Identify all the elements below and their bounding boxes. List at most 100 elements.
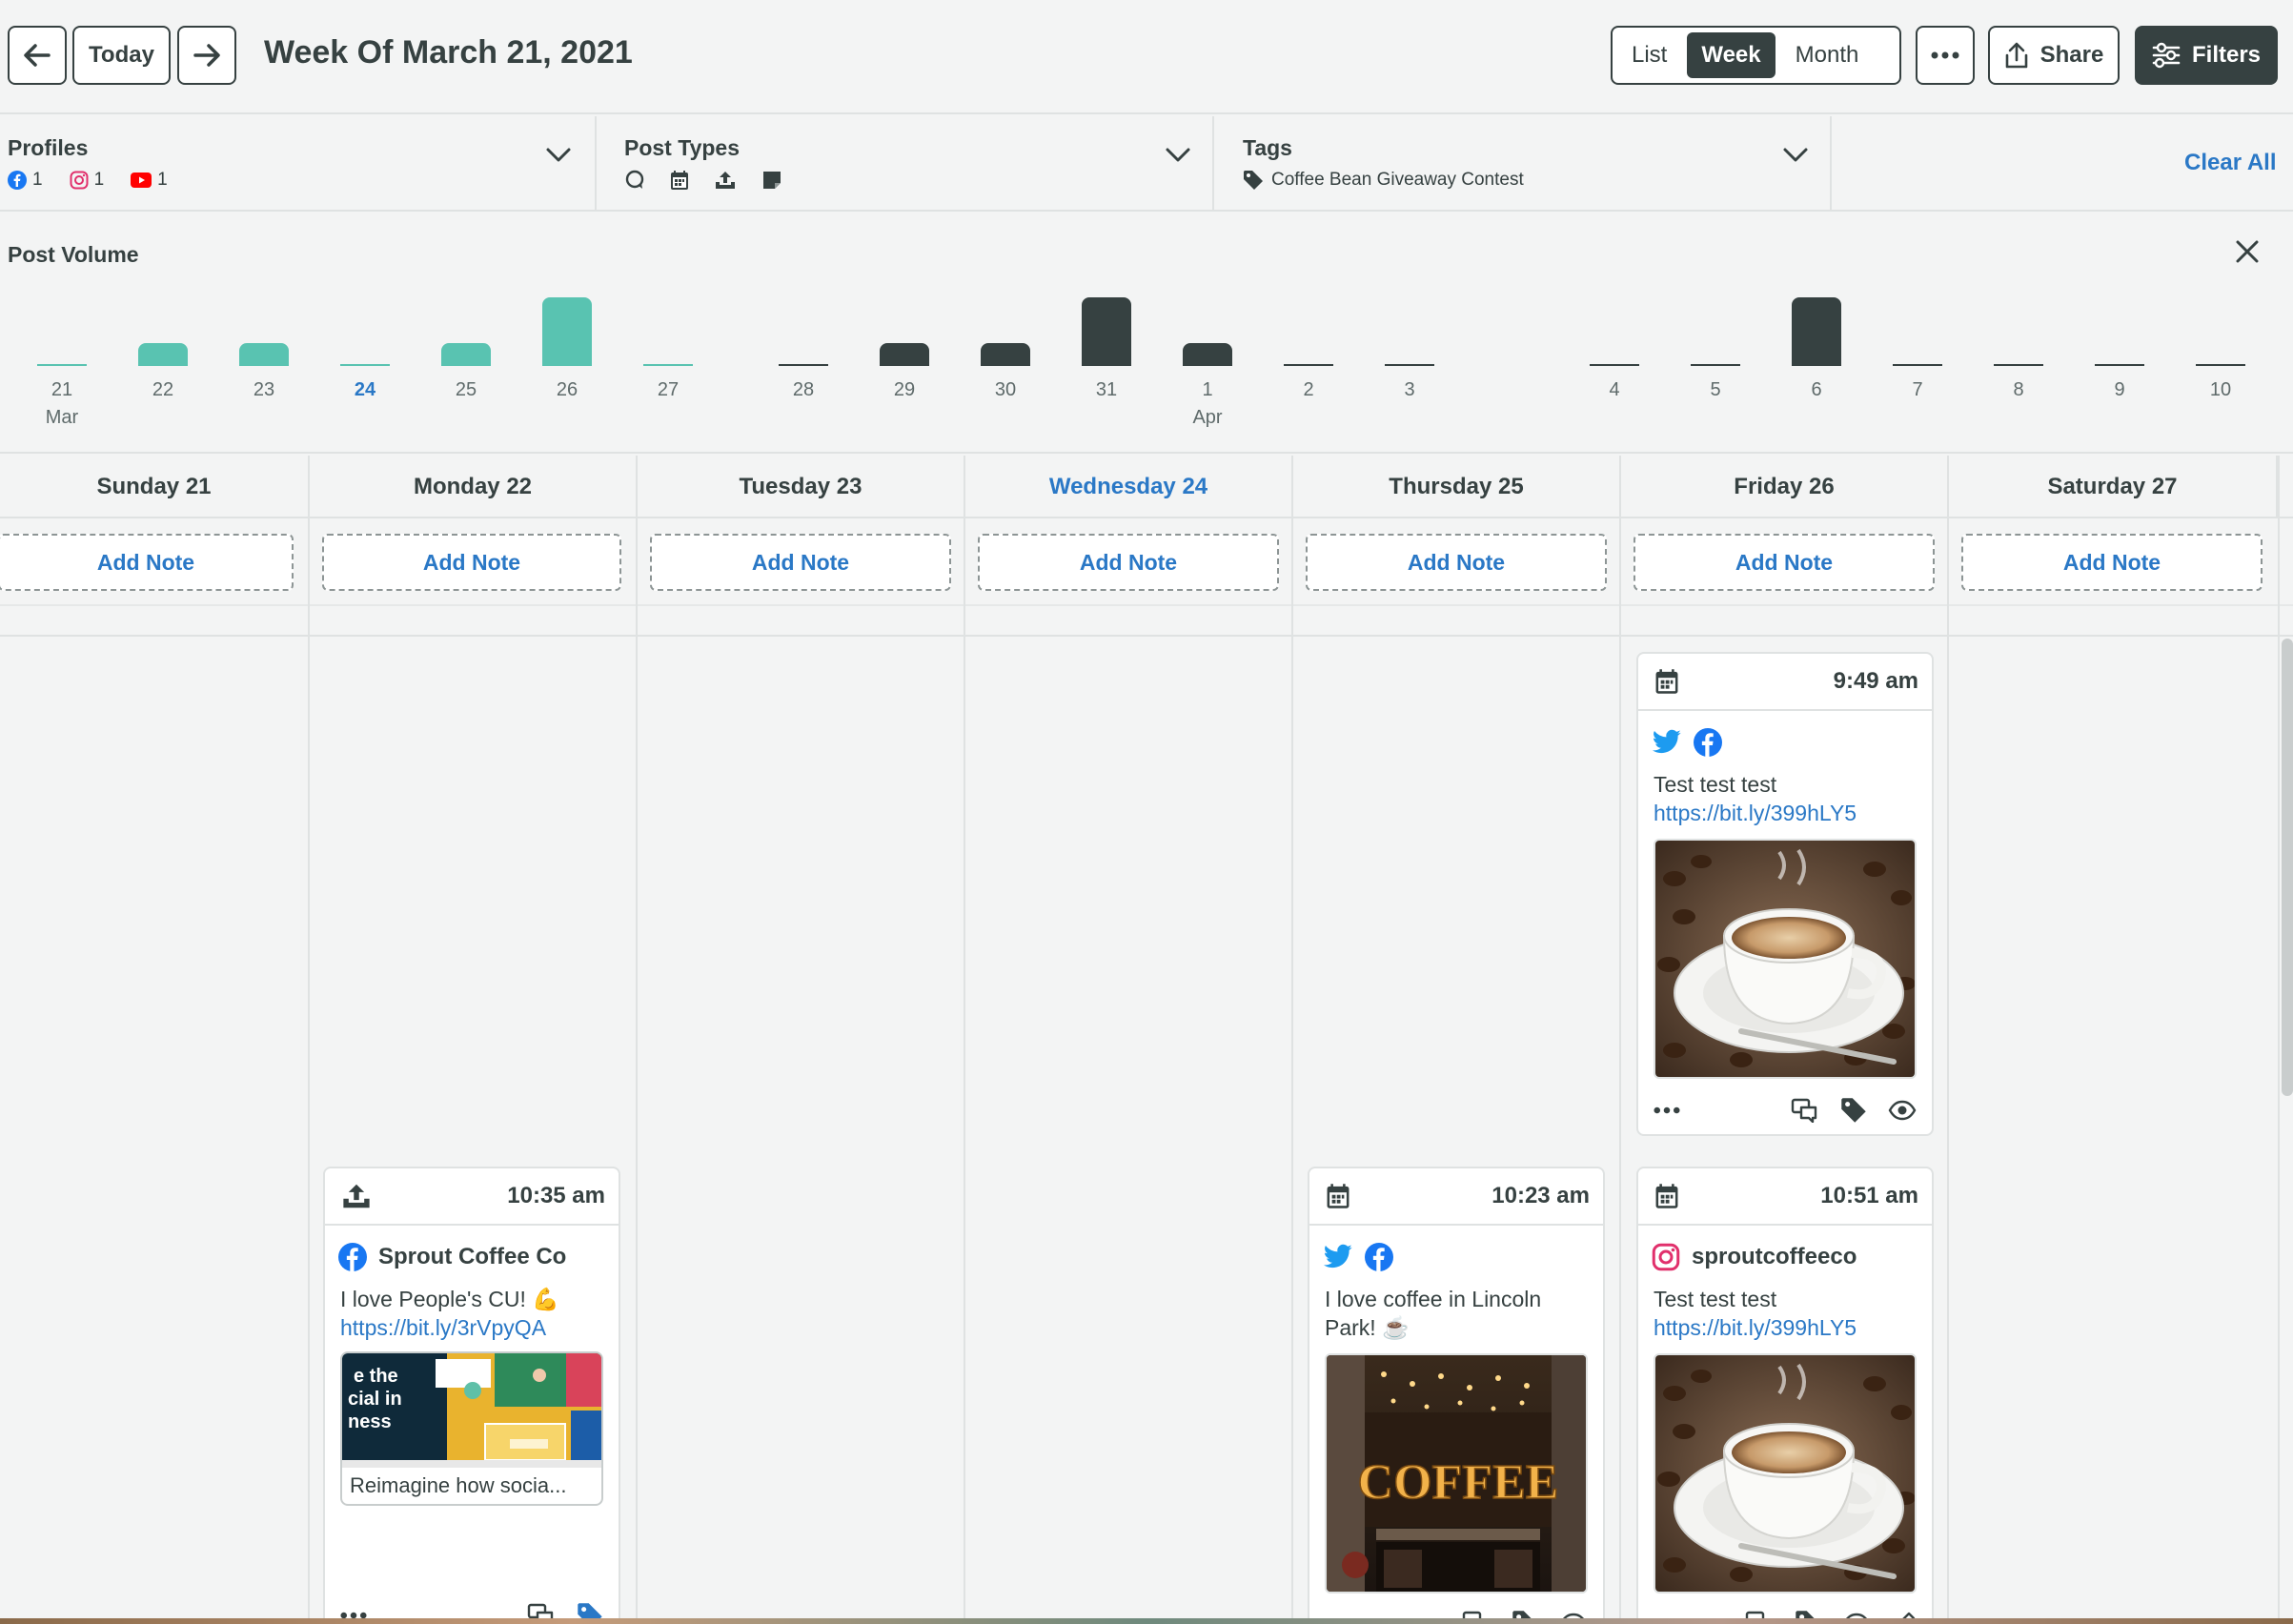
- volume-bar[interactable]: [1183, 343, 1232, 366]
- add-note-button[interactable]: Add Note: [978, 534, 1279, 591]
- volume-bar[interactable]: [2196, 364, 2245, 366]
- post-link[interactable]: https://bit.ly/399hLY5: [1654, 1313, 1917, 1342]
- column-divider: [2278, 456, 2280, 1624]
- add-note-button[interactable]: Add Note: [1961, 534, 2263, 591]
- volume-tick-label: 6: [1811, 379, 1822, 400]
- volume-bar[interactable]: [239, 343, 289, 366]
- coffee-cup-photo: [1655, 841, 1915, 1077]
- facebook-icon: [338, 1243, 367, 1271]
- day-header-tuesday: Tuesday 23: [638, 456, 965, 518]
- publish-icon: [343, 1184, 370, 1208]
- volume-bar[interactable]: [340, 364, 390, 366]
- facebook-icon: [1694, 728, 1722, 757]
- volume-tick-label: 4: [1609, 379, 1620, 400]
- coffee-cup-photo: [1655, 1355, 1915, 1592]
- comments-icon[interactable]: [1791, 1098, 1819, 1123]
- volume-bar[interactable]: [1590, 364, 1639, 366]
- post-card-footer: [1638, 1086, 1932, 1134]
- add-note-button[interactable]: Add Note: [1634, 534, 1935, 591]
- coffee-shop-photo: COFFEE: [1327, 1355, 1586, 1592]
- post-card[interactable]: 9:49 am Test test test https://bit.ly/39…: [1636, 652, 1934, 1136]
- volume-bar[interactable]: [1792, 297, 1841, 366]
- twitter-icon: [1323, 1244, 1352, 1269]
- profile-name: sproutcoffeeco: [1692, 1244, 1857, 1269]
- volume-tick-label: 23: [253, 379, 275, 400]
- column-divider: [1291, 456, 1293, 1624]
- post-card[interactable]: 10:51 am sproutcoffeeco Test test test h…: [1636, 1167, 1934, 1624]
- volume-bar[interactable]: [1082, 297, 1131, 366]
- volume-tick-label: 10: [2209, 379, 2232, 400]
- vertical-scrollbar[interactable]: [2282, 639, 2293, 1096]
- volume-bar[interactable]: [880, 343, 929, 366]
- post-actions: [1791, 1097, 1917, 1124]
- all-day-row: [0, 604, 2293, 637]
- ellipsis-icon[interactable]: [1654, 1106, 1680, 1114]
- calendar-icon: [1655, 1184, 1678, 1208]
- volume-bar[interactable]: [37, 364, 87, 366]
- post-time: 9:49 am: [1833, 668, 1918, 694]
- volume-tick-label: 22: [152, 379, 174, 400]
- volume-month-label: Mar: [45, 407, 79, 428]
- instagram-icon: [1652, 1243, 1680, 1271]
- post-image: [1654, 839, 1917, 1079]
- post-card-header: 9:49 am: [1638, 654, 1932, 711]
- volume-tick-label: 7: [1912, 379, 1923, 400]
- volume-tick-label: 9: [2114, 379, 2125, 400]
- volume-tick-label: 26: [556, 379, 578, 400]
- post-text: Test test test https://bit.ly/399hLY5: [1638, 762, 1932, 827]
- post-time: 10:35 am: [507, 1183, 605, 1208]
- volume-bar[interactable]: [1385, 364, 1434, 366]
- post-time: 10:51 am: [1820, 1183, 1918, 1208]
- volume-bar[interactable]: [1691, 364, 1740, 366]
- volume-month-label: Apr: [1192, 407, 1223, 428]
- volume-bar[interactable]: [441, 343, 491, 366]
- volume-bar[interactable]: [643, 364, 693, 366]
- post-link[interactable]: https://bit.ly/399hLY5: [1654, 799, 1917, 827]
- post-card[interactable]: 10:35 am Sprout Coffee Co I love People'…: [323, 1167, 620, 1624]
- volume-tick-label: 25: [455, 379, 477, 400]
- post-card[interactable]: 10:23 am I love coffee in Lincoln Park! …: [1308, 1167, 1605, 1624]
- notes-row: Add Note Add Note Add Note Add Note Add …: [0, 518, 2293, 604]
- volume-bar[interactable]: [542, 297, 592, 366]
- post-image: COFFEE: [1325, 1353, 1588, 1594]
- post-card-header: 10:51 am: [1638, 1168, 1932, 1226]
- volume-tick-label: 31: [1095, 379, 1118, 400]
- post-text: Test test test https://bit.ly/399hLY5: [1638, 1277, 1932, 1342]
- calendar-icon: [1655, 669, 1678, 694]
- add-note-button[interactable]: Add Note: [0, 534, 294, 591]
- volume-bar[interactable]: [1284, 364, 1333, 366]
- volume-tick-label: 30: [994, 379, 1017, 400]
- volume-bar[interactable]: [2095, 364, 2144, 366]
- volume-tick-label: 29: [893, 379, 916, 400]
- volume-tick-label: 28: [792, 379, 815, 400]
- volume-bar[interactable]: [138, 343, 188, 366]
- post-card-header: 10:23 am: [1309, 1168, 1603, 1226]
- volume-bar[interactable]: [1994, 364, 2043, 366]
- day-header-friday: Friday 26: [1621, 456, 1949, 518]
- post-networks: [1309, 1226, 1603, 1277]
- add-note-button[interactable]: Add Note: [650, 534, 951, 591]
- volume-bar[interactable]: [1893, 364, 1942, 366]
- post-link[interactable]: https://bit.ly/3rVpyQA: [340, 1313, 603, 1342]
- link-preview[interactable]: e the cial in ness Reimagine how socia..…: [340, 1351, 603, 1506]
- volume-bar[interactable]: [981, 343, 1030, 366]
- volume-tick-label: 8: [2013, 379, 2024, 400]
- facebook-icon: [1365, 1243, 1393, 1271]
- volume-tick-label: 1 Apr: [1169, 379, 1246, 429]
- post-body: I love coffee in Lincoln Park! ☕: [1325, 1287, 1542, 1340]
- svg-text:cial in: cial in: [348, 1389, 402, 1410]
- post-text: I love People's CU! 💪 https://bit.ly/3rV…: [325, 1277, 619, 1342]
- column-divider: [1947, 456, 1949, 1624]
- day-header-saturday: Saturday 27: [1949, 456, 2278, 518]
- post-volume-chart: 21 Mar 22 23 24 25 26 27 28 29 30 31 1 Apr 2 3 4 5 6 7 8 9 10: [0, 0, 2293, 454]
- volume-bar[interactable]: [779, 364, 828, 366]
- svg-text:ness: ness: [348, 1411, 392, 1432]
- tag-icon[interactable]: [1840, 1097, 1867, 1124]
- column-divider: [964, 456, 965, 1624]
- eye-icon[interactable]: [1888, 1100, 1917, 1121]
- add-note-button[interactable]: Add Note: [322, 534, 621, 591]
- column-divider: [308, 456, 310, 1624]
- add-note-button[interactable]: Add Note: [1306, 534, 1607, 591]
- link-preview-caption: Reimagine how socia...: [350, 1473, 567, 1497]
- post-networks: [1638, 711, 1932, 762]
